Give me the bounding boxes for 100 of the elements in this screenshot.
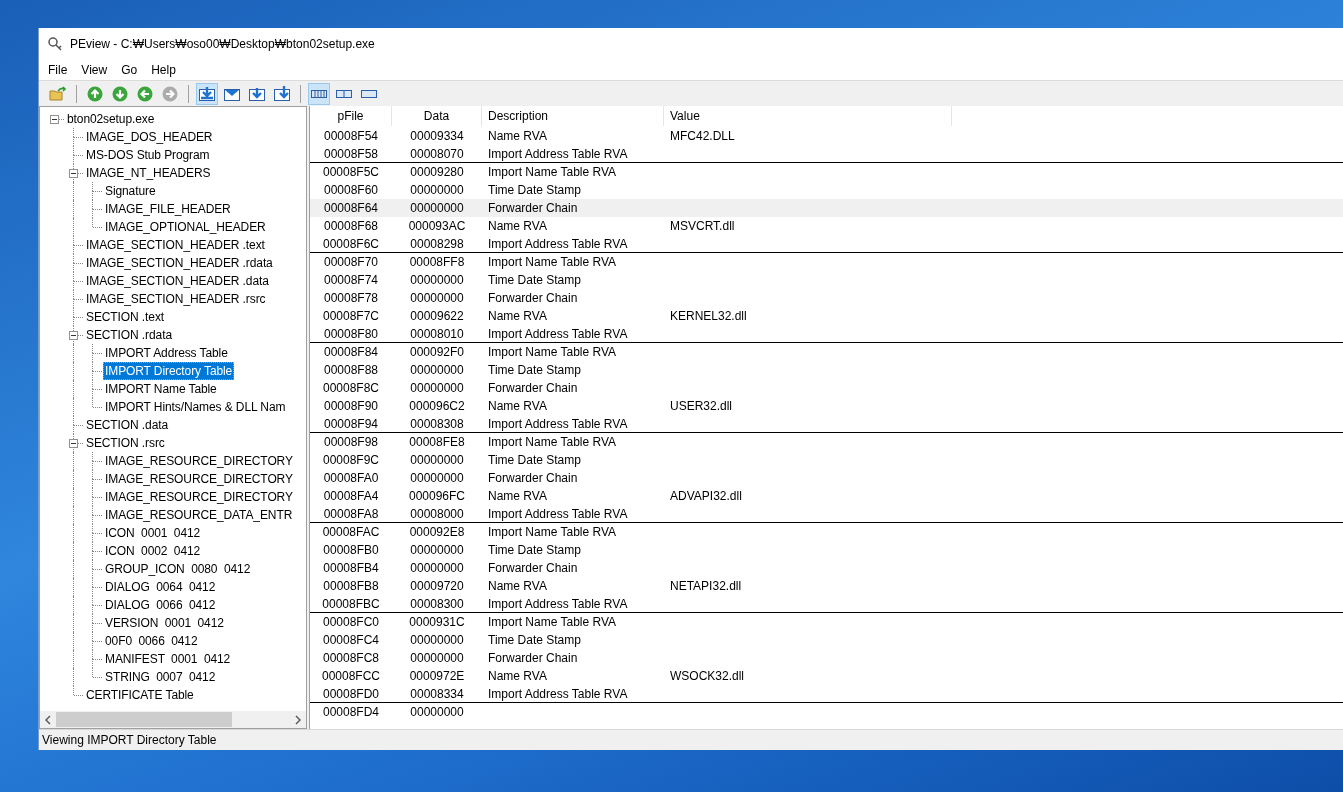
tree-item[interactable]: IMAGE_OPTIONAL_HEADER — [103, 218, 268, 236]
tree-item[interactable]: MS-DOS Stub Program — [84, 146, 212, 164]
tree-item[interactable]: IMAGE_RESOURCE_DIRECTORY — [103, 470, 295, 488]
tree-item[interactable]: GROUP_ICON 0080 0412 — [103, 560, 253, 578]
left-chevron-icon[interactable] — [44, 714, 52, 725]
table-cell-text: 0000931C — [408, 615, 466, 629]
tree-item[interactable]: ICON 0001 0412 — [103, 524, 203, 542]
tree-item[interactable]: IMPORT Directory Table — [103, 362, 235, 380]
tree-item[interactable]: IMAGE_RESOURCE_DIRECTORY — [103, 452, 295, 470]
tree-item[interactable]: IMAGE_SECTION_HEADER .rdata — [84, 254, 275, 272]
table-cell-text: Name RVA — [487, 399, 548, 413]
table-cell-text: WSOCK32.dll — [669, 669, 746, 683]
menu-item[interactable]: View — [74, 63, 115, 77]
tree-item[interactable]: MANIFEST 0001 0412 — [103, 650, 233, 668]
tree-item[interactable]: bton02setup.exe — [65, 110, 157, 128]
tree-item[interactable]: IMAGE_SECTION_HEADER .text — [84, 236, 267, 254]
tree-item[interactable]: DIALOG 0066 0412 — [103, 596, 218, 614]
table-cell-text: Forwarder Chain — [487, 651, 579, 665]
tree-item[interactable]: IMAGE_RESOURCE_DATA_ENTR — [103, 506, 295, 524]
table-cell-text: 00008F68 — [322, 219, 379, 233]
table-cell-text: 00000000 — [409, 471, 465, 485]
table-cell-text: 000092E8 — [408, 525, 466, 539]
table-cell-text: KERNEL32.dll — [669, 309, 748, 323]
table-cell-text: 00008F5C — [321, 165, 380, 179]
tree-item[interactable]: SECTION .text — [84, 308, 167, 326]
table-cell-text: Import Name Table RVA — [487, 525, 618, 539]
table-cell-text: 00008FCC — [321, 669, 381, 683]
right-chevron-icon[interactable] — [294, 714, 302, 725]
table-cell-text: 00008F84 — [322, 345, 379, 359]
window-title: PEview - C:₩Users₩oso00₩Desktop₩bton02setup.exe — [70, 37, 375, 51]
tree-item[interactable]: IMAGE_RESOURCE_DIRECTORY — [103, 488, 295, 506]
tree-item[interactable]: VERSION 0001 0412 — [103, 614, 226, 632]
table-cell-text: Import Address Table RVA — [487, 416, 629, 431]
table-cell-text: 00000000 — [409, 543, 465, 557]
table-cell-text: 00008FA4 — [322, 489, 380, 503]
table-cell-text: 00000000 — [409, 633, 465, 647]
table-cell-text: 00000000 — [409, 381, 465, 395]
table-cell-text: Forwarder Chain — [487, 561, 579, 575]
horizontal-scrollbar[interactable] — [40, 711, 306, 728]
collapse-toggle[interactable] — [50, 115, 59, 124]
table-cell-text: 00008F8C — [321, 381, 380, 395]
menu-item[interactable]: File — [41, 63, 75, 77]
tree-item[interactable]: SECTION .rsrc — [84, 434, 167, 452]
scrollbar-thumb[interactable] — [56, 712, 232, 727]
column-header[interactable]: Description — [482, 106, 664, 126]
table-cell-text: 00008F88 — [322, 363, 379, 377]
up-arrow-icon — [87, 85, 103, 102]
tree-item[interactable]: DIALOG 0064 0412 — [103, 578, 218, 596]
table-cell-text: 00008FC8 — [321, 651, 380, 665]
tree-item[interactable]: Signature — [103, 182, 158, 200]
table-cell-text: 000093AC — [407, 219, 467, 233]
down-arrow-box-button[interactable] — [196, 82, 218, 105]
tree-item[interactable]: IMAGE_DOS_HEADER — [84, 128, 215, 146]
tree-item[interactable]: CERTIFICATE Table — [84, 686, 196, 704]
table-cell-text: MFC42.DLL — [669, 129, 736, 143]
down-arrow-box-icon — [198, 85, 216, 102]
collapse-toggle[interactable] — [69, 439, 78, 448]
table-cell-text: 00008F70 — [322, 255, 379, 269]
table-cell-text: Time Date Stamp — [487, 273, 582, 287]
tree-item[interactable]: ICON 0002 0412 — [103, 542, 203, 560]
table-cell-text: 00008F64 — [322, 201, 379, 215]
tree-item[interactable]: IMAGE_SECTION_HEADER .data — [84, 272, 271, 290]
table-cell-text: 00008F80 — [322, 326, 379, 341]
table-cell-text: 0000972E — [408, 669, 466, 683]
tree-item[interactable]: IMAGE_NT_HEADERS — [84, 164, 213, 182]
table-cell-text: 00008298 — [409, 236, 465, 251]
column-header[interactable]: Value — [664, 106, 952, 126]
table-cell-text: 00008300 — [409, 596, 465, 611]
table-cell-text: Forwarder Chain — [487, 201, 579, 215]
tree-item[interactable]: IMAGE_SECTION_HEADER .rsrc — [84, 290, 268, 308]
collapse-toggle[interactable] — [69, 331, 78, 340]
column-header[interactable]: Data — [392, 106, 482, 126]
tree-item[interactable]: STRING 0007 0412 — [103, 668, 218, 686]
tree-item[interactable]: 00F0 0066 0412 — [103, 632, 200, 650]
table-cell-text: 00008FA8 — [322, 506, 380, 521]
table-cell-text: 000096FC — [407, 489, 466, 503]
split-panel-icon — [335, 88, 353, 99]
table-cell-text: Forwarder Chain — [487, 381, 579, 395]
columns-button[interactable] — [308, 82, 330, 105]
tree-item[interactable]: IMPORT Address Table — [103, 344, 230, 362]
tree-item[interactable]: SECTION .data — [84, 416, 171, 434]
table-cell-text: USER32.dll — [669, 399, 734, 413]
menu-item[interactable]: Go — [114, 63, 145, 77]
table-cell-text: 00008F74 — [322, 273, 379, 287]
collapse-toggle[interactable] — [69, 169, 78, 178]
tree-item[interactable]: SECTION .rdata — [84, 326, 174, 344]
table-cell-text: 00008FD0 — [321, 686, 380, 701]
tree-item[interactable]: IMPORT Hints/Names & DLL Nam — [103, 398, 288, 416]
table-cell-text: 00008FBC — [321, 596, 381, 611]
tree-item[interactable]: IMAGE_FILE_HEADER — [103, 200, 233, 218]
table-cell-text: Import Address Table RVA — [487, 236, 629, 251]
menu-item[interactable]: Help — [144, 63, 183, 77]
down-arrow-icon — [112, 85, 128, 102]
left-arrow-icon — [137, 85, 153, 102]
table-cell-text: Import Name Table RVA — [487, 615, 618, 629]
table-cell-text: Time Date Stamp — [487, 543, 582, 557]
table-cell-text: 00008FC4 — [321, 633, 380, 647]
column-header[interactable]: pFile — [310, 106, 392, 126]
table-cell-text: Name RVA — [487, 489, 548, 503]
tree-item[interactable]: IMPORT Name Table — [103, 380, 219, 398]
